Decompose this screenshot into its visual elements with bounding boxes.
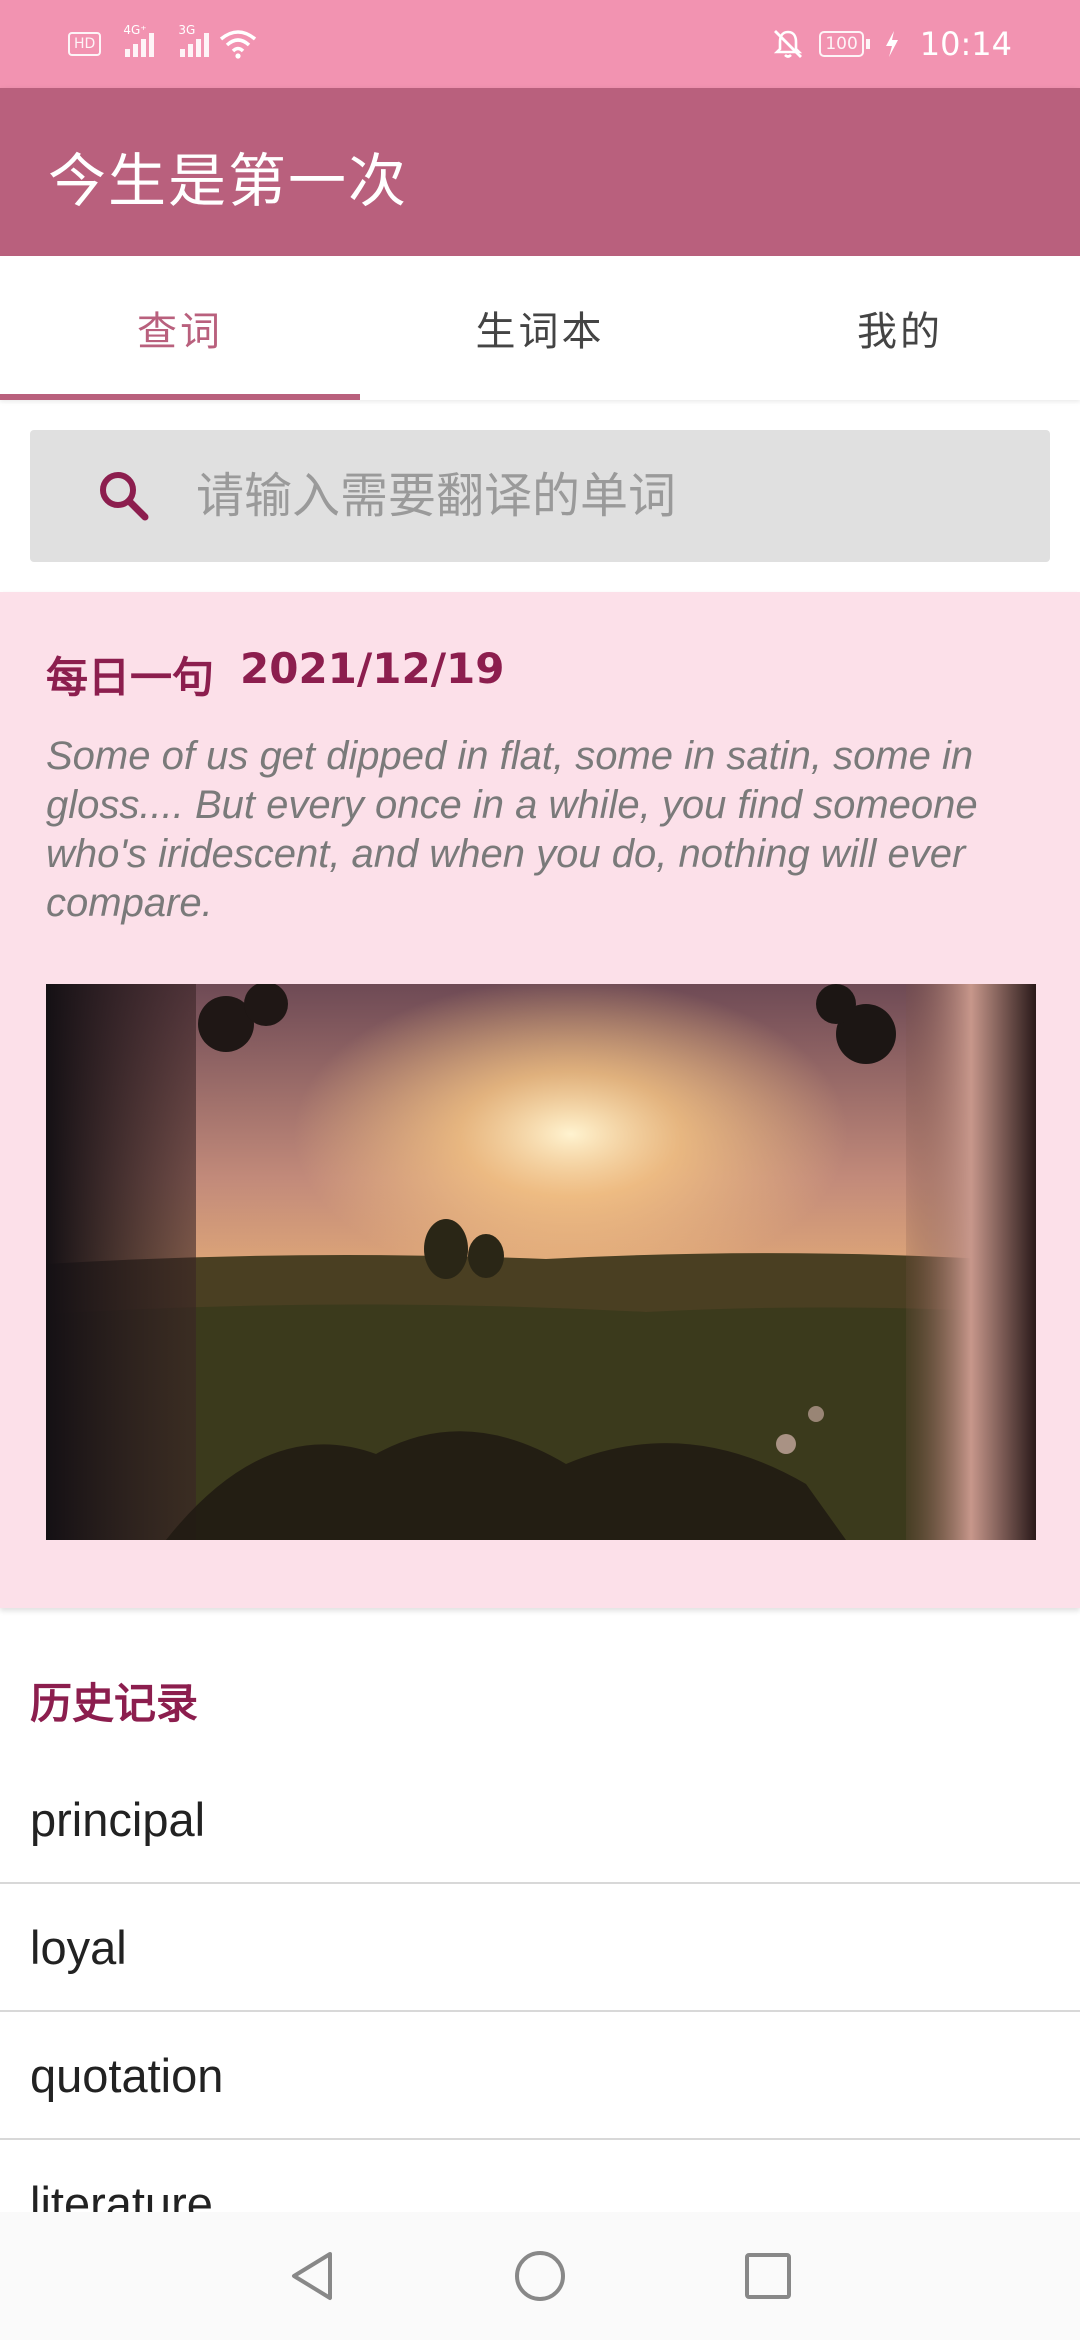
network-type-label: 3G bbox=[178, 23, 196, 37]
search-input[interactable] bbox=[194, 467, 1018, 525]
network-type-label: 4G⁺ bbox=[123, 23, 147, 37]
system-nav-bar bbox=[0, 2212, 1080, 2340]
history-item[interactable]: quotation bbox=[0, 2012, 1080, 2140]
charging-icon bbox=[885, 31, 898, 57]
history-item[interactable]: principal bbox=[0, 1756, 1080, 1884]
daily-quote: Some of us get dipped in flat, some in s… bbox=[46, 734, 978, 925]
history-item[interactable]: loyal bbox=[0, 1884, 1080, 2012]
recent-apps-button[interactable] bbox=[738, 2246, 798, 2306]
history-list: principal loyal quotation literature bbox=[0, 1756, 1080, 2268]
status-bar: HD 4G⁺ 3G 100 10:14 bbox=[0, 0, 1080, 88]
signal-icon: 3G bbox=[178, 23, 210, 57]
search-icon[interactable] bbox=[92, 464, 156, 528]
tab-vocabulary[interactable]: 生词本 bbox=[360, 256, 720, 400]
hd-indicator: HD bbox=[68, 32, 102, 56]
status-right: 100 10:14 bbox=[771, 20, 1012, 68]
app-title: 今生是第一次 bbox=[48, 147, 409, 215]
daily-label: 每日一句 bbox=[46, 653, 215, 702]
daily-date: 2021/12/19 bbox=[240, 644, 505, 693]
tab-profile[interactable]: 我的 bbox=[720, 256, 1080, 400]
daily-sentence-card: 每日一句 2021/12/19 Some of us get dipped in… bbox=[0, 592, 1080, 1608]
tab-bar: 查词 生词本 我的 bbox=[0, 256, 1080, 400]
home-button[interactable] bbox=[510, 2246, 570, 2306]
back-icon bbox=[292, 2252, 332, 2300]
home-icon bbox=[515, 2251, 565, 2301]
status-time: 10:14 bbox=[919, 25, 1012, 63]
signal-icon: 4G⁺ bbox=[123, 23, 155, 57]
app-bar: 今生是第一次 bbox=[0, 88, 1080, 256]
battery-icon: 100 bbox=[819, 31, 870, 57]
status-left: HD 4G⁺ 3G bbox=[68, 23, 257, 62]
history-title: 历史记录 bbox=[30, 1679, 199, 1728]
wifi-icon bbox=[220, 30, 257, 59]
daily-image bbox=[46, 984, 1036, 1540]
battery-level: 100 bbox=[819, 31, 864, 57]
daily-header: 每日一句 2021/12/19 bbox=[46, 644, 504, 705]
tab-lookup[interactable]: 查词 bbox=[0, 256, 360, 400]
bell-muted-icon bbox=[774, 30, 803, 58]
search-bar[interactable] bbox=[30, 430, 1050, 562]
recent-apps-icon bbox=[745, 2253, 791, 2299]
back-button[interactable] bbox=[282, 2246, 342, 2306]
